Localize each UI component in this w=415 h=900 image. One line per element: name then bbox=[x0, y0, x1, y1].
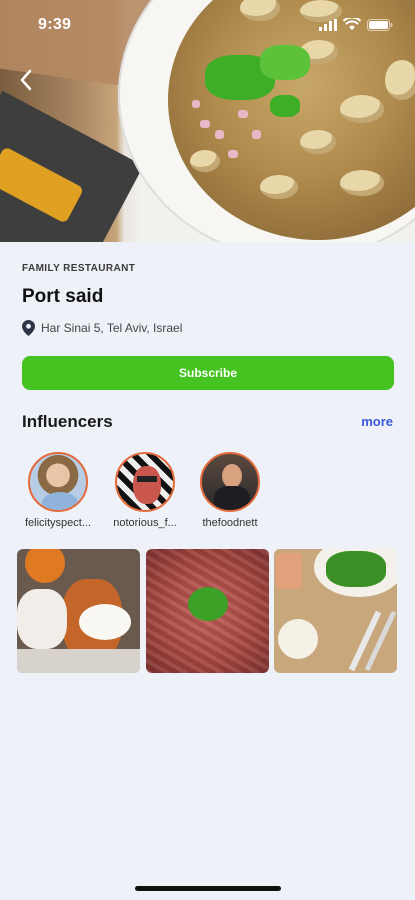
photo-drink bbox=[276, 553, 302, 589]
status-icons bbox=[319, 18, 393, 31]
wifi-icon bbox=[343, 18, 361, 30]
hero-herb bbox=[260, 45, 310, 80]
location-pin-icon bbox=[22, 320, 35, 336]
home-indicator[interactable] bbox=[135, 886, 281, 891]
chevron-left-icon bbox=[20, 69, 32, 91]
influencer-item[interactable]: notorious_f... bbox=[103, 452, 187, 529]
restaurant-address: Har Sinai 5, Tel Aviv, Israel bbox=[22, 320, 182, 336]
restaurant-details: FAMILY RESTAURANT Port said Har Sinai 5,… bbox=[0, 242, 415, 900]
hero-onion bbox=[192, 100, 200, 108]
influencers-more-link[interactable]: more bbox=[361, 414, 393, 429]
restaurant-hero-image bbox=[0, 0, 415, 242]
influencer-avatar[interactable] bbox=[200, 452, 260, 512]
hero-bean bbox=[260, 175, 298, 199]
hero-herb bbox=[270, 95, 300, 117]
hero-onion bbox=[215, 130, 224, 139]
photo-cream bbox=[278, 619, 318, 659]
hero-bean bbox=[385, 60, 415, 100]
address-text: Har Sinai 5, Tel Aviv, Israel bbox=[41, 321, 183, 335]
photo-plate bbox=[17, 649, 140, 673]
subscribe-button[interactable]: Subscribe bbox=[22, 356, 394, 390]
photo-cream bbox=[79, 604, 131, 640]
status-time: 9:39 bbox=[38, 16, 72, 33]
influencer-item[interactable]: thefoodnett bbox=[188, 452, 272, 529]
photo-greens bbox=[326, 551, 386, 587]
photo-cream bbox=[17, 589, 67, 649]
gallery-photo[interactable] bbox=[146, 549, 269, 673]
hero-bean bbox=[340, 95, 384, 123]
photo-herb bbox=[188, 587, 228, 621]
back-button[interactable] bbox=[14, 66, 38, 94]
influencer-username[interactable]: notorious_f... bbox=[103, 517, 187, 529]
battery-icon bbox=[367, 18, 393, 31]
influencer-username[interactable]: thefoodnett bbox=[188, 517, 272, 529]
hero-onion bbox=[228, 150, 238, 158]
influencer-avatar[interactable] bbox=[28, 452, 88, 512]
hero-bean bbox=[190, 150, 220, 172]
signal-icon bbox=[319, 18, 337, 31]
hero-onion bbox=[200, 120, 210, 128]
influencer-item[interactable]: felicityspect... bbox=[16, 452, 100, 529]
influencer-avatar[interactable] bbox=[115, 452, 175, 512]
restaurant-name: Port said bbox=[22, 286, 104, 307]
hero-bean bbox=[340, 170, 384, 196]
hero-onion bbox=[252, 130, 261, 139]
gallery-photo[interactable] bbox=[274, 549, 397, 673]
hero-onion bbox=[238, 110, 248, 118]
restaurant-category: FAMILY RESTAURANT bbox=[22, 263, 136, 274]
influencer-username[interactable]: felicityspect... bbox=[16, 517, 100, 529]
influencers-title: Influencers bbox=[22, 412, 113, 431]
hero-bean bbox=[300, 130, 336, 154]
gallery-photo[interactable] bbox=[17, 549, 140, 673]
